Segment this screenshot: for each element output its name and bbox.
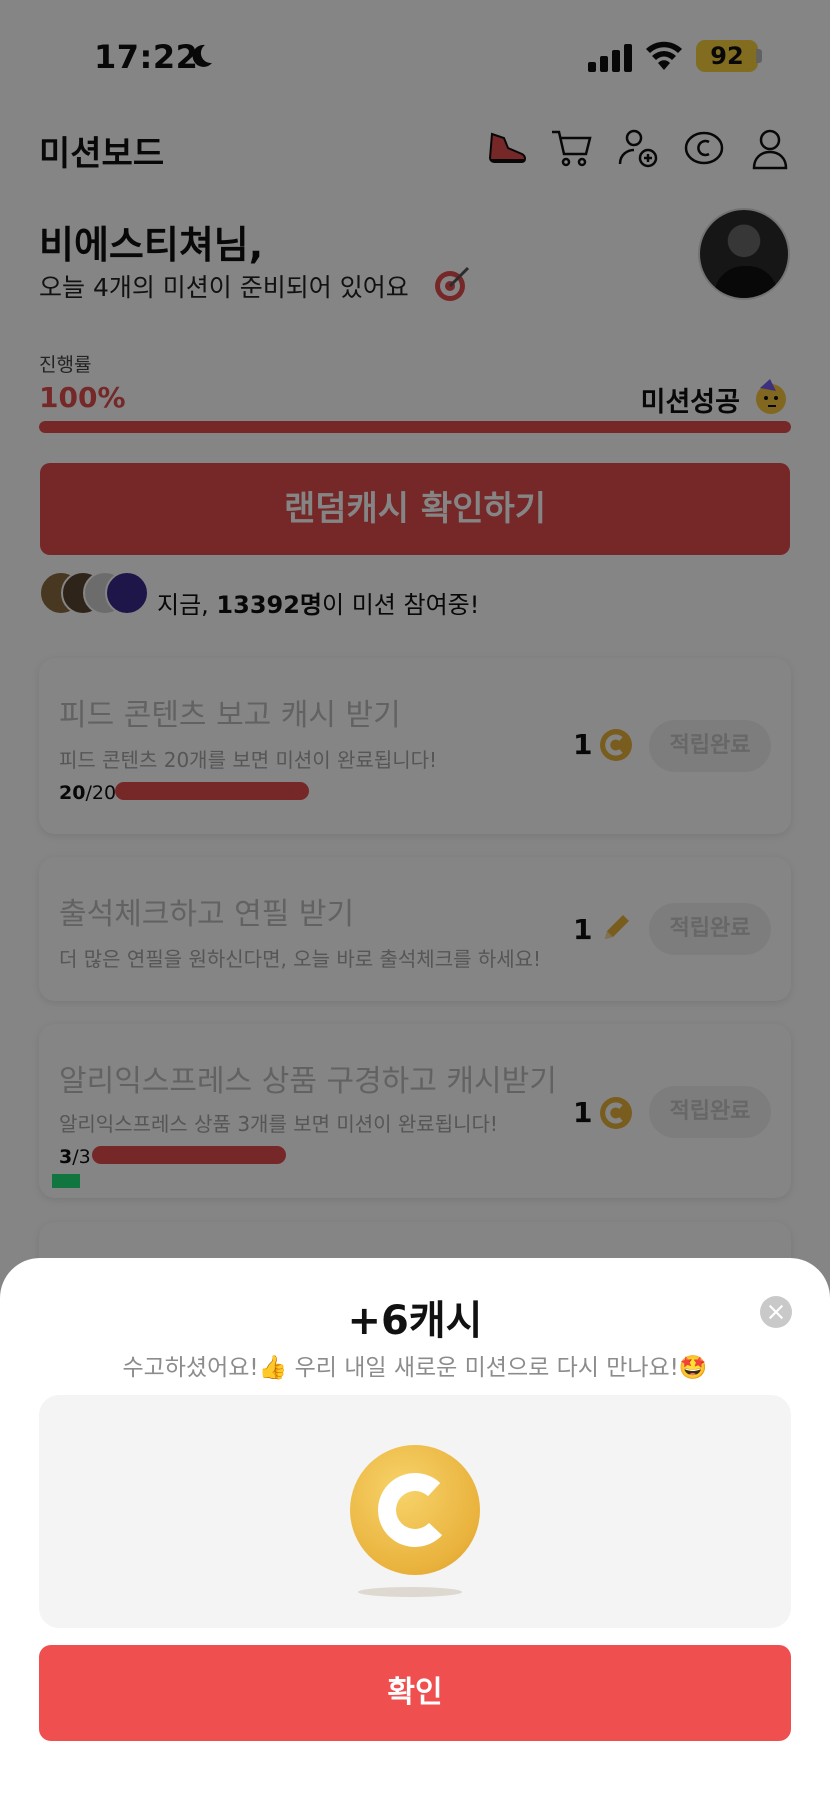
reward-bottom-sheet: +6캐시 수고하셨어요!👍 우리 내일 새로운 미션으로 다시 만나요!🤩 확인 — [0, 1258, 830, 1799]
coin-shadow — [358, 1587, 462, 1597]
reward-illustration — [39, 1395, 791, 1628]
reward-subtitle: 수고하셨어요!👍 우리 내일 새로운 미션으로 다시 만나요!🤩 — [122, 1355, 708, 1381]
confirm-button[interactable]: 확인 — [39, 1645, 791, 1741]
reward-title: +6캐시 — [347, 1298, 483, 1344]
coin-icon — [350, 1445, 480, 1575]
mission-board-screen: 17:22 92 미션보드 비에스티쳐님, 오늘 4개의 미션이 준비되어 있어… — [0, 0, 830, 1799]
close-icon[interactable] — [760, 1296, 792, 1328]
